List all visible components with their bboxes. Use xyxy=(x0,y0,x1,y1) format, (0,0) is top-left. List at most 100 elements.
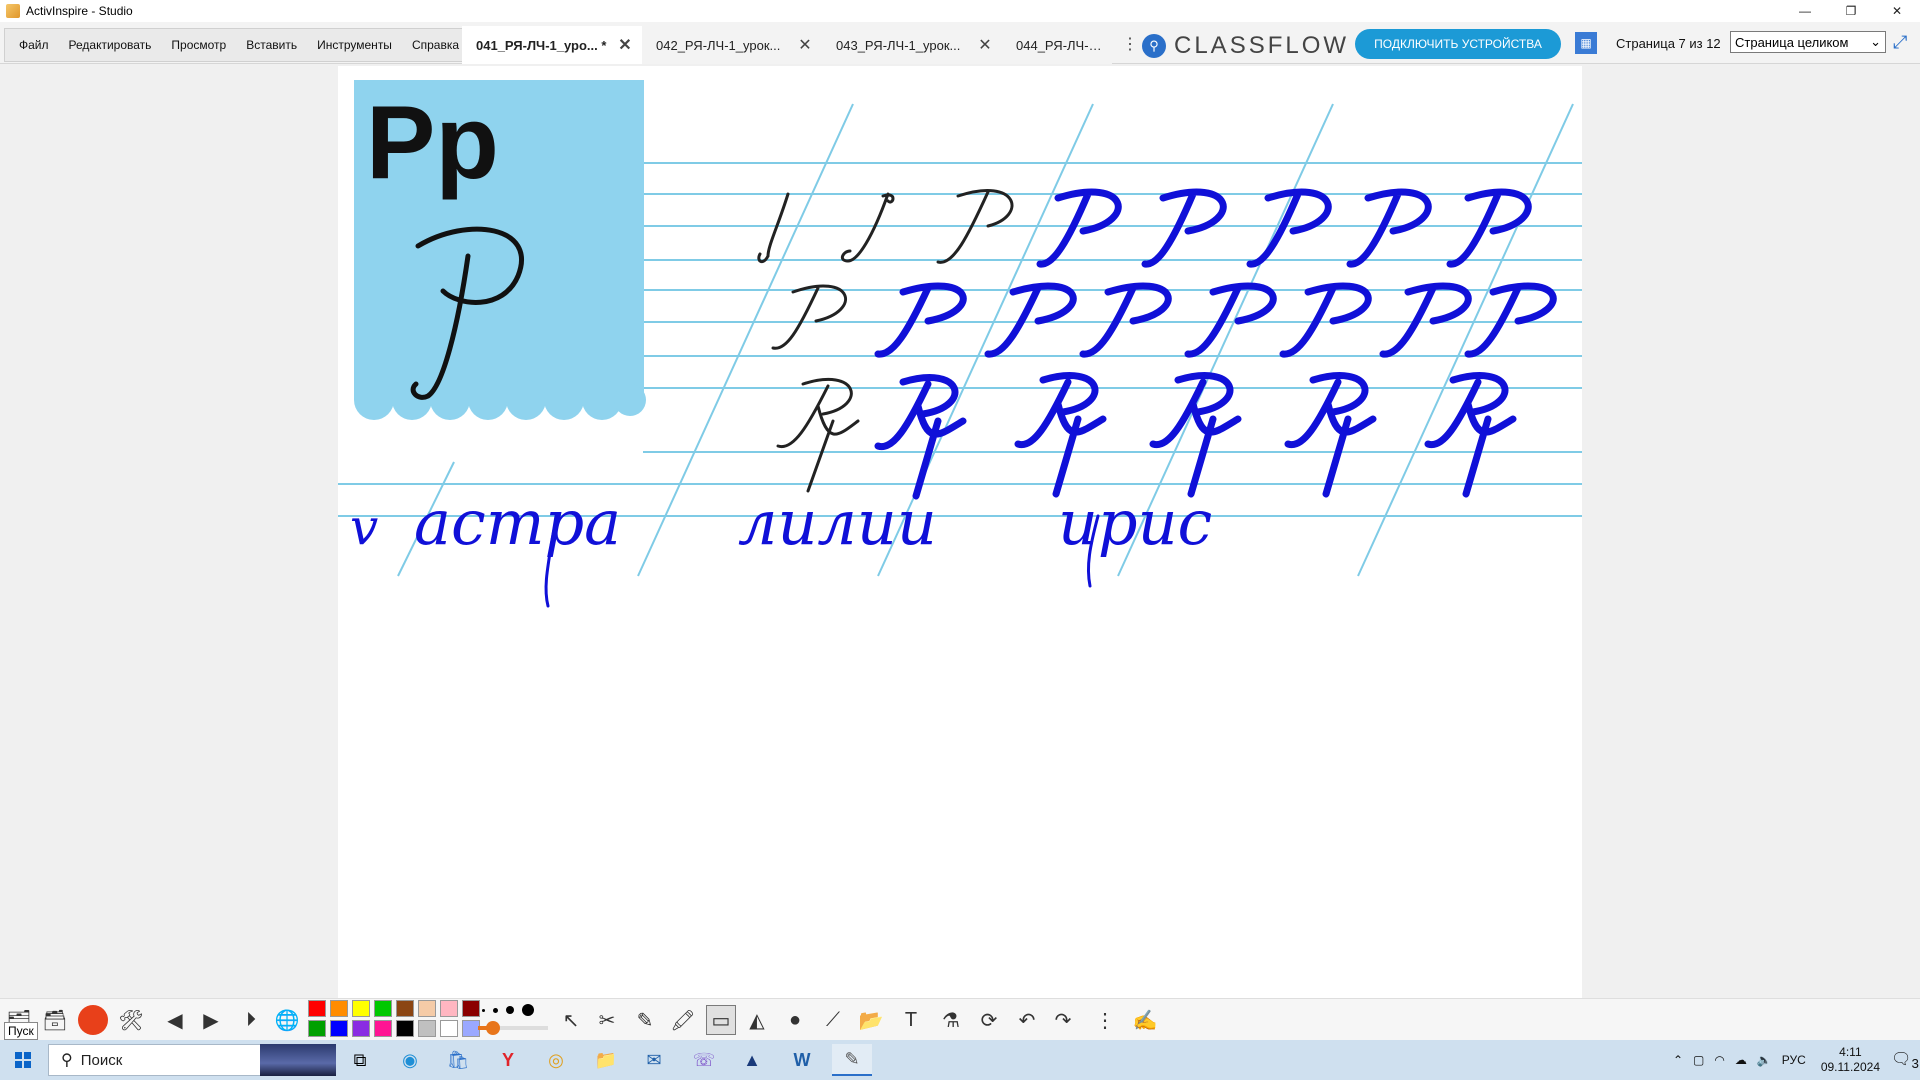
color-swatch[interactable] xyxy=(374,1020,392,1037)
mail-icon[interactable]: ✉ xyxy=(634,1044,674,1076)
minimize-button[interactable]: — xyxy=(1782,0,1828,22)
zoom-select[interactable]: Страница целиком ⌄ xyxy=(1730,31,1886,53)
color-palette xyxy=(308,1000,482,1038)
yandex-icon[interactable]: Y xyxy=(488,1044,528,1076)
fullscreen-icon[interactable]: ⤢ xyxy=(1893,32,1907,53)
viber-icon[interactable]: ☏ xyxy=(684,1044,724,1076)
color-swatch[interactable] xyxy=(330,1000,348,1017)
connector-icon[interactable]: ⟋ xyxy=(818,1005,848,1035)
edge-icon[interactable]: ◉ xyxy=(390,1044,430,1076)
width-preset[interactable] xyxy=(493,1007,498,1013)
pen-width-slider[interactable] xyxy=(478,1021,548,1035)
clock-date: 09.11.2024 xyxy=(1820,1060,1880,1074)
clear-icon[interactable]: ⚗ xyxy=(936,1005,966,1035)
classflow-icon: ⚲ xyxy=(1142,34,1166,58)
file-explorer-icon[interactable]: 📁 xyxy=(586,1044,626,1076)
menu-file[interactable]: Файл xyxy=(9,38,59,52)
design-mode-icon[interactable]: 🛠 xyxy=(116,1005,146,1035)
tab-043[interactable]: 043_РЯ-ЛЧ-1_урок... ✕ xyxy=(822,26,1002,64)
pen-mode-icon[interactable] xyxy=(78,1005,108,1035)
tab-041[interactable]: 041_РЯ-ЛЧ-1_уро... * ✕ xyxy=(462,26,642,64)
close-icon[interactable]: ✕ xyxy=(616,35,634,55)
volume-icon[interactable]: 🔈 xyxy=(1757,1053,1772,1067)
classflow-logo: ⚲ CLASSFLOW xyxy=(1142,32,1349,60)
word-lilii: лилии xyxy=(738,486,937,559)
close-icon[interactable]: ✕ xyxy=(976,35,994,55)
chevron-down-icon: ⌄ xyxy=(1870,34,1881,49)
chrome-icon[interactable]: ◎ xyxy=(536,1044,576,1076)
chevron-up-icon[interactable]: ⌃ xyxy=(1673,1053,1683,1067)
color-swatch[interactable] xyxy=(396,1000,414,1017)
color-swatch[interactable] xyxy=(440,1020,458,1037)
cloud-icon[interactable]: ☁ xyxy=(1735,1053,1747,1067)
flipchart-page: Рр v астра лилии ирис xyxy=(338,80,1582,608)
eraser-icon[interactable]: ▭ xyxy=(706,1005,736,1035)
menu-help[interactable]: Справка xyxy=(402,38,469,52)
color-swatch[interactable] xyxy=(330,1020,348,1037)
word-icon[interactable]: W xyxy=(782,1044,822,1076)
window-controls: — ❐ ✕ xyxy=(1782,0,1920,22)
pen-icon[interactable]: ✎ xyxy=(630,1005,660,1035)
wifi-icon[interactable]: ◠ xyxy=(1714,1053,1724,1067)
undo-icon[interactable]: ↶ xyxy=(1012,1005,1042,1035)
color-swatch[interactable] xyxy=(374,1000,392,1017)
color-swatch[interactable] xyxy=(308,1000,326,1017)
redo-icon[interactable]: ↷ xyxy=(1048,1005,1078,1035)
color-swatch[interactable] xyxy=(462,1000,480,1017)
tools-icon[interactable]: ✂ xyxy=(592,1005,622,1035)
color-swatch[interactable] xyxy=(418,1020,436,1037)
fill-icon[interactable]: ◭ xyxy=(742,1005,772,1035)
menu-view[interactable]: Просмотр xyxy=(161,38,236,52)
desktop-annotate-icon[interactable]: 🌐 xyxy=(272,1005,302,1035)
word-v: v xyxy=(350,498,378,556)
text-icon[interactable]: T xyxy=(896,1005,926,1035)
close-icon[interactable]: ✕ xyxy=(796,35,814,55)
color-swatch[interactable] xyxy=(440,1000,458,1017)
menu-insert[interactable]: Вставить xyxy=(236,38,307,52)
reset-page-icon[interactable]: ⟳ xyxy=(974,1005,1004,1035)
connect-devices-button[interactable]: ПОДКЛЮЧИТЬ УСТРОЙСТВА xyxy=(1355,29,1561,59)
color-swatch[interactable] xyxy=(352,1020,370,1037)
language-indicator[interactable]: РУС xyxy=(1782,1053,1806,1067)
toolbox-settings-icon[interactable]: ✍ xyxy=(1130,1005,1160,1035)
color-swatch[interactable] xyxy=(396,1020,414,1037)
flipchart-tabs: 041_РЯ-ЛЧ-1_уро... * ✕ 042_РЯ-ЛЧ-1_урок.… xyxy=(462,26,1112,64)
width-preset[interactable] xyxy=(522,1004,534,1016)
studio-taskbar-icon[interactable]: ✎ xyxy=(832,1044,872,1076)
color-swatch[interactable] xyxy=(418,1000,436,1017)
resource-library-icon[interactable]: 📂 xyxy=(856,1005,886,1035)
width-preset[interactable] xyxy=(506,1006,514,1014)
shape-icon[interactable]: ● xyxy=(780,1005,810,1035)
menu-edit[interactable]: Редактировать xyxy=(59,38,162,52)
color-swatch[interactable] xyxy=(352,1000,370,1017)
menu-tools[interactable]: Инструменты xyxy=(307,38,402,52)
task-view-icon[interactable]: ⧉ xyxy=(340,1044,380,1076)
previous-page-icon[interactable]: ◀ xyxy=(160,1005,190,1035)
tab-044[interactable]: 044_РЯ-ЛЧ-1_уро xyxy=(1002,26,1112,64)
word-astra: астра xyxy=(414,486,621,559)
flipchart-canvas[interactable]: Рр v астра лилии ирис xyxy=(338,66,1582,998)
maximize-button[interactable]: ❐ xyxy=(1828,0,1874,22)
search-highlight-image xyxy=(260,1044,336,1076)
page-browser-icon[interactable]: ▦ xyxy=(1575,32,1597,54)
tab-042[interactable]: 042_РЯ-ЛЧ-1_урок... ✕ xyxy=(642,26,822,64)
close-window-button[interactable]: ✕ xyxy=(1874,0,1920,22)
width-preset[interactable] xyxy=(482,1008,485,1012)
clock[interactable]: 4:11 09.11.2024 xyxy=(1821,1045,1880,1075)
start-button[interactable] xyxy=(0,1040,46,1080)
highlighter-icon[interactable]: 🖍 xyxy=(668,1005,698,1035)
select-icon[interactable]: ↖ xyxy=(556,1005,586,1035)
activinspire-taskbar-icon[interactable]: ▲ xyxy=(732,1044,772,1076)
more-tools-icon[interactable]: ⋮ xyxy=(1090,1005,1120,1035)
more-tabs-icon[interactable]: ⋮ xyxy=(1122,34,1138,54)
notifications-icon[interactable]: 🗨3 xyxy=(1890,1049,1920,1071)
browsers-icon[interactable]: 🗃 xyxy=(40,1005,70,1035)
clock-time: 4:11 xyxy=(1839,1045,1862,1059)
store-icon[interactable]: 🛍 xyxy=(438,1044,478,1076)
color-swatch[interactable] xyxy=(308,1020,326,1037)
device-icon[interactable]: ▢ xyxy=(1693,1053,1704,1067)
next-page-icon[interactable]: ▶ xyxy=(196,1005,226,1035)
page-indicator: Страница 7 из 12 xyxy=(1616,36,1721,51)
search-placeholder: Поиск xyxy=(80,1051,123,1069)
play-icon[interactable]: ⏵ xyxy=(236,1005,266,1035)
